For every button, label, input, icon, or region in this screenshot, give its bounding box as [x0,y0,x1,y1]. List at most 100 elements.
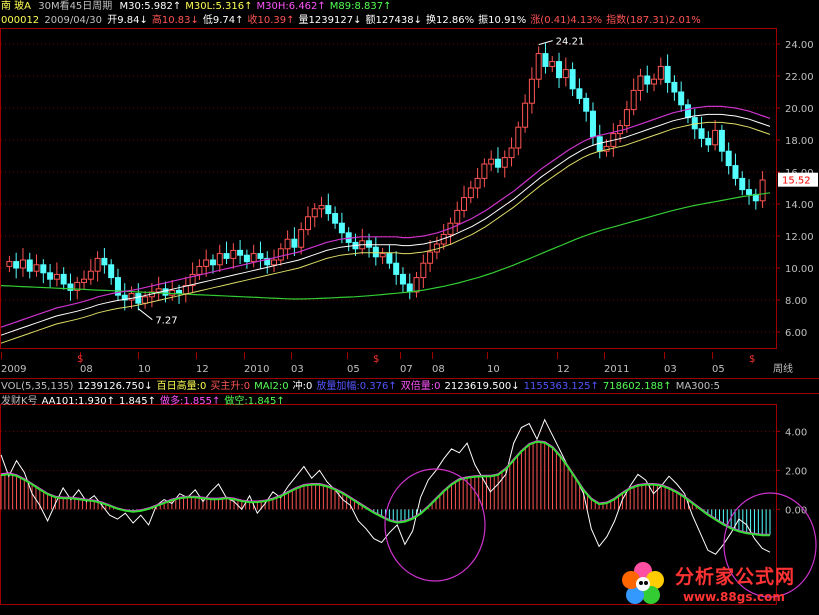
candle-body [623,109,630,127]
candle-body [393,262,400,275]
candle-body [420,262,427,279]
candle-body [467,187,474,199]
candle-body [515,126,522,149]
vol-item-5: 冲:0 [292,381,313,392]
x-tick-label: 05 [712,364,725,375]
candle-body [759,179,766,202]
x-tick-label: 08 [432,364,445,375]
candle-body [47,272,54,280]
candle-body [237,249,244,256]
ma30l-line [0,121,771,344]
candle-body [664,65,671,83]
dollar-mark: $ [749,354,755,365]
candle-body [739,177,746,191]
vol-item-7: 双倍量:0 [400,381,441,392]
candle-body [318,205,325,210]
candle-body [542,53,549,67]
indicator-tick-label: 2.00 [785,466,807,477]
candle-body [569,69,576,90]
price-tick-label: 8.00 [785,296,807,307]
x-tick-label: 12 [196,364,209,375]
candle-body [142,296,149,304]
candle-body [135,293,142,304]
candle-body [298,229,305,248]
x-tick-label: 周线 [773,362,793,375]
candle-body [13,261,20,269]
candle-body [203,259,210,267]
logo-url: www.88gs.com [683,590,785,604]
candle-body [196,265,203,275]
candle-body [243,254,250,263]
candle-body [169,289,176,296]
candle-body [223,253,230,259]
candle-body [304,216,311,231]
vol-item-6: 放量加幅:0.376↑ [316,381,397,392]
candle-body [549,61,556,67]
candle-body [725,150,732,167]
vol-item-11: MA300:5 [675,381,720,392]
candle-body [657,65,664,80]
x-tick-label: 10 [138,364,151,375]
candle-body [732,165,739,179]
candle-body [705,137,712,146]
candle-body [6,261,13,267]
candle-body [81,278,88,283]
candle-body [746,189,753,195]
candle-body [257,253,264,259]
candle-body [556,61,563,79]
chart-canvas[interactable]: 6.008.0010.0012.0014.0016.0018.0020.0022… [0,0,819,615]
candle-body [494,158,501,168]
low-annotation: 7.27 [155,316,177,327]
vol-item-4: MAI2:0 [254,381,289,392]
candle-body [528,78,535,104]
candle-body [40,264,47,274]
candle-body [488,158,495,165]
x-tick-label: 07 [400,364,413,375]
volume-info-line: VOL(5,35,135) 1239126.750↓ 百日高量:0 买主升:0 MAI2… [1,380,728,393]
x-tick-label: 03 [291,364,304,375]
dollar-mark: $ [373,354,379,365]
candle-body [94,257,101,272]
price-tick-label: 20.00 [785,104,814,115]
candle-body [644,75,651,85]
candle-body [26,259,33,272]
price-tick-label: 24.00 [785,40,814,51]
candle-body [162,288,169,296]
vol-item-0: VOL(5,35,135) [1,381,74,392]
candle-body [271,259,278,266]
candle-body [501,157,508,168]
candle-body [454,209,461,224]
vol-item-1: 1239126.750↓ [77,381,153,392]
candle-body [372,246,379,258]
price-tick-label: 18.00 [785,136,814,147]
highlight-circle [384,468,486,582]
candle-body [311,208,318,218]
candle-body [583,97,590,112]
candle-body [630,89,637,111]
candle-body [332,213,339,224]
watermark-logo: 分析家公式网 www.88gs.com [617,556,817,614]
candle-body [108,264,115,279]
indicator-item-4: 做空:1.845↑ [224,396,285,407]
x-tick-label: 2009 [1,364,26,375]
price-tick-label: 6.00 [785,328,807,339]
x-tick-label: 03 [664,364,677,375]
candle-body [250,253,257,263]
candle-body [508,147,515,159]
candle-body [481,163,488,179]
price-tick-label: 10.00 [785,264,814,275]
vol-item-8: 2123619.500↓ [444,381,520,392]
indicator-tick-label: 4.00 [785,427,807,438]
candle-body [101,257,108,266]
price-tick-label: 22.00 [785,72,814,83]
high-annotation: 24.21 [556,37,585,48]
candle-body [651,78,658,85]
vol-item-3: 买主升:0 [210,381,251,392]
price-tick-label: 12.00 [785,232,814,243]
x-tick-label: 2011 [604,364,629,375]
candle-body [277,248,284,261]
candle-body [291,238,298,248]
candle-body [284,238,291,250]
candle-body [19,259,26,269]
candle-body [230,249,237,259]
